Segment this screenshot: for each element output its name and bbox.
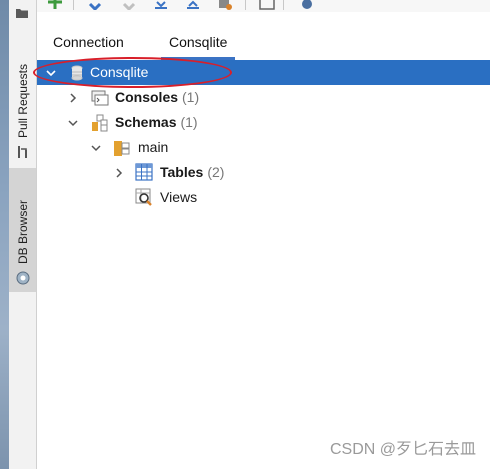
database-icon	[71, 65, 83, 81]
editor-tab-bar: Connection Consqlite	[37, 24, 490, 60]
tree-row-schemas[interactable]: Schemas (1)	[37, 110, 490, 135]
redo-icon[interactable]	[121, 0, 137, 10]
tree-row-consoles[interactable]: Consoles (1)	[37, 85, 490, 110]
tree-label-consoles: Consoles (1)	[115, 89, 199, 105]
expand-all-icon[interactable]	[153, 0, 169, 10]
tree-label: Tables	[160, 164, 204, 180]
item-count: (2)	[207, 164, 225, 180]
chevron-down-icon[interactable]	[67, 117, 79, 129]
tree-row-main[interactable]: main	[37, 135, 490, 160]
chevron-down-icon[interactable]	[45, 67, 57, 79]
pull-requests-label: Pull Requests	[15, 63, 30, 138]
toolbar-separator	[245, 0, 246, 10]
tree-label: main	[138, 139, 169, 155]
item-count: (1)	[180, 114, 198, 130]
schemas-icon	[92, 114, 108, 132]
chevron-right-icon[interactable]	[67, 92, 79, 104]
tab-consqlite[interactable]: Consqlite	[160, 34, 236, 60]
refresh-icon[interactable]	[87, 0, 103, 10]
tree-label: Schemas	[115, 114, 177, 130]
toolbar-separator	[283, 0, 284, 10]
tool-window-strip: Pull Requests DB Browser	[9, 0, 37, 469]
toolbar	[37, 0, 490, 12]
consoles-icon	[91, 90, 109, 106]
desktop-background-strip	[0, 0, 9, 469]
tree-label: Consoles	[115, 89, 179, 105]
item-count: (1)	[182, 89, 200, 105]
chevron-right-icon[interactable]	[113, 167, 125, 179]
tree-label-schemas: Schemas (1)	[115, 114, 198, 130]
chevron-down-icon[interactable]	[90, 142, 102, 154]
tables-icon	[135, 163, 153, 181]
tree-label: Views	[160, 189, 198, 205]
schema-settings-icon[interactable]	[217, 0, 233, 10]
pull-requests-tab[interactable]: Pull Requests	[9, 30, 36, 164]
watermark: CSDN @歹匕石去皿	[329, 441, 476, 458]
tree-row-tables[interactable]: Tables (2)	[37, 160, 490, 185]
tab-connection[interactable]: Connection	[53, 34, 124, 60]
tree-label-tables: Tables (2)	[160, 164, 224, 180]
collapse-all-icon[interactable]	[185, 0, 201, 10]
settings-icon[interactable]	[299, 0, 315, 10]
folder-icon[interactable]	[15, 6, 29, 20]
add-icon[interactable]	[47, 0, 63, 10]
schema-icon	[114, 141, 130, 156]
tree-row-consqlite[interactable]: Consqlite	[37, 60, 490, 85]
console-icon[interactable]	[259, 0, 275, 10]
db-browser-tab[interactable]: DB Browser	[9, 168, 36, 292]
views-icon	[135, 188, 152, 206]
pull-request-icon	[17, 146, 27, 158]
tree-row-views[interactable]: Views	[37, 185, 490, 210]
tree-label: Consqlite	[90, 64, 149, 80]
toolbar-separator	[73, 0, 74, 10]
db-browser-icon	[16, 271, 29, 285]
db-browser-label: DB Browser	[15, 199, 30, 264]
